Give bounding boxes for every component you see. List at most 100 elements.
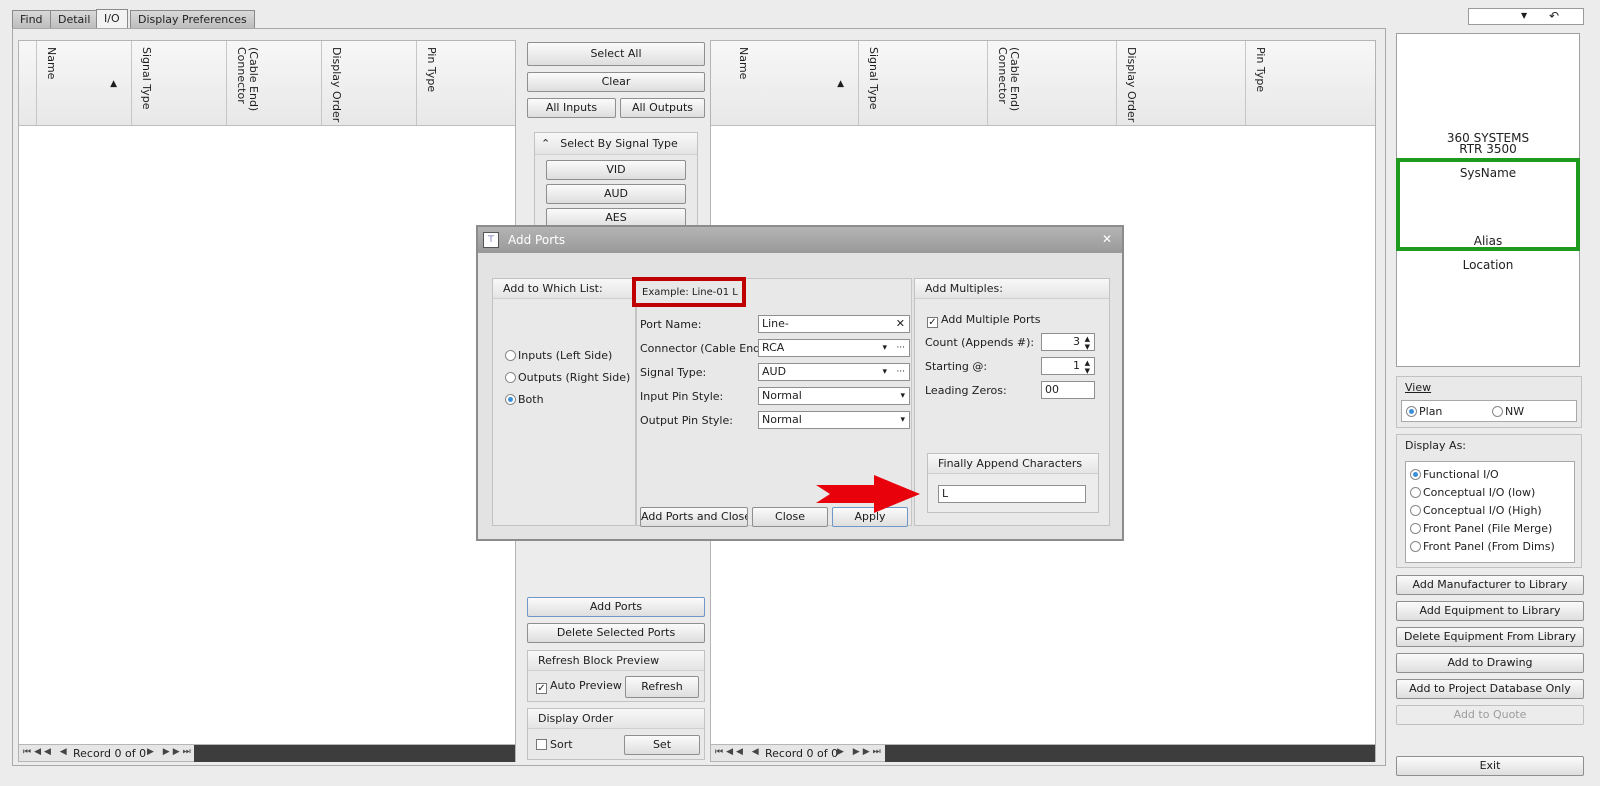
connector-label: Connector (Cable End):: [640, 342, 769, 355]
tab-detail[interactable]: Detail: [50, 10, 99, 28]
radio-label: Inputs (Left Side): [518, 349, 613, 362]
view-plan-radio[interactable]: Plan: [1406, 405, 1442, 418]
spin-icon[interactable]: ▲ ▼: [1085, 359, 1090, 375]
output-pin-style-select[interactable]: Normal ▾: [758, 411, 910, 429]
set-button[interactable]: Set: [624, 735, 700, 755]
add-manufacturer-to-library-button[interactable]: Add Manufacturer to Library: [1396, 575, 1584, 595]
display-as-conceptual-high-radio[interactable]: Conceptual I/O (High): [1410, 504, 1542, 517]
refresh-button[interactable]: Refresh: [625, 676, 699, 698]
signal-type-select[interactable]: AUD ▾ ···: [758, 363, 910, 381]
panel-title: Select By Signal Type: [560, 137, 678, 150]
inputs-grid[interactable]: Name ▲ Signal Type (Cable End) Connector…: [18, 40, 516, 762]
add-to-project-database-only-button[interactable]: Add to Project Database Only: [1396, 679, 1584, 699]
add-ports-button[interactable]: Add Ports: [527, 597, 705, 617]
undo-icon[interactable]: ↶: [1549, 9, 1559, 23]
exit-button[interactable]: Exit: [1396, 756, 1584, 776]
column-header-pin-type[interactable]: Pin Type: [417, 41, 515, 125]
chevron-down-icon[interactable]: ▾: [900, 412, 905, 428]
display-as-front-panel-from-dims-radio[interactable]: Front Panel (From Dims): [1410, 540, 1555, 553]
view-nw-radio[interactable]: NW: [1492, 405, 1524, 418]
tab-display-preferences[interactable]: Display Preferences: [130, 10, 255, 28]
horizontal-scrollbar[interactable]: [194, 745, 515, 762]
column-header-label: Pin Type: [425, 47, 438, 93]
select-all-button[interactable]: Select All: [527, 42, 705, 66]
column-header-display-order[interactable]: Display Order: [1117, 41, 1246, 125]
row-selector-header: [19, 41, 37, 125]
sort-checkbox[interactable]: Sort: [536, 738, 573, 751]
add-to-list-panel: Add to Which List: Inputs (Left Side) Ou…: [492, 278, 636, 526]
nav-first-prev-icons[interactable]: ⏮◀◀ ◀: [23, 747, 70, 757]
count-stepper[interactable]: 3 ▲ ▼: [1041, 333, 1095, 351]
add-to-outputs-radio[interactable]: Outputs (Right Side): [505, 371, 630, 384]
nav-first-prev-icons[interactable]: ⏮◀◀ ◀: [715, 747, 762, 757]
chevron-down-icon[interactable]: ▾: [882, 340, 887, 356]
add-ports-and-close-button[interactable]: Add Ports and Close: [640, 507, 748, 527]
add-multiples-panel: Add Multiples: ✓ Add Multiple Ports Count…: [914, 278, 1110, 526]
select-by-signal-type-header[interactable]: ⌃ Select By Signal Type: [535, 133, 697, 155]
column-header-name[interactable]: Name ▲: [37, 41, 132, 125]
input-pin-style-label: Input Pin Style:: [640, 390, 724, 403]
add-equipment-to-library-button[interactable]: Add Equipment to Library: [1396, 601, 1584, 621]
finally-append-input[interactable]: L: [938, 485, 1086, 503]
column-header-pin-type[interactable]: Pin Type: [1246, 41, 1375, 125]
collapse-icon[interactable]: ⌃: [541, 137, 550, 150]
example-text: Example: Line-01 L: [642, 287, 738, 298]
horizontal-scrollbar[interactable]: [885, 745, 1375, 762]
display-as-front-panel-file-merge-radio[interactable]: Front Panel (File Merge): [1410, 522, 1552, 535]
column-header-label: Name: [45, 47, 58, 80]
signal-type-aud-button[interactable]: AUD: [546, 184, 686, 204]
add-to-inputs-radio[interactable]: Inputs (Left Side): [505, 349, 612, 362]
add-to-quote-button: Add to Quote: [1396, 705, 1584, 725]
column-header-connector[interactable]: (Cable End) Connector: [227, 41, 322, 125]
column-header-name[interactable]: Name ▲: [711, 41, 859, 125]
dialog-title: Add Ports: [508, 233, 566, 247]
tab-io[interactable]: I/O: [96, 9, 128, 29]
leading-zeros-label: Leading Zeros:: [925, 384, 1007, 397]
display-as-functional-radio[interactable]: Functional I/O: [1410, 468, 1499, 481]
chevron-down-icon[interactable]: ▾: [882, 364, 887, 380]
add-to-both-radio[interactable]: Both: [505, 393, 544, 406]
ellipsis-icon[interactable]: ···: [896, 340, 905, 356]
connector-select[interactable]: RCA ▾ ···: [758, 339, 910, 357]
clear-icon[interactable]: ✕: [896, 316, 905, 332]
preview-model: RTR 3500: [1459, 142, 1517, 156]
column-header-signal-type[interactable]: Signal Type: [859, 41, 988, 125]
add-to-drawing-button[interactable]: Add to Drawing: [1396, 653, 1584, 673]
column-header-signal-type[interactable]: Signal Type: [132, 41, 227, 125]
delete-selected-ports-button[interactable]: Delete Selected Ports: [527, 623, 705, 643]
column-header-connector[interactable]: (Cable End) Connector: [988, 41, 1117, 125]
record-counter: Record 0 of 0: [765, 747, 839, 760]
all-outputs-button[interactable]: All Outputs: [620, 98, 705, 118]
display-as-conceptual-low-radio[interactable]: Conceptual I/O (low): [1410, 486, 1535, 499]
panel-title: Add to Which List:: [493, 279, 635, 299]
input-pin-style-select[interactable]: Normal ▾: [758, 387, 910, 405]
radio-label: Functional I/O: [1423, 468, 1499, 481]
column-header-display-order[interactable]: Display Order: [322, 41, 417, 125]
chevron-down-icon: ▼: [1521, 11, 1528, 20]
column-header-label: Signal Type: [140, 47, 153, 110]
layout-dropdown[interactable]: ▼ ↶: [1468, 8, 1584, 25]
nav-next-last-icons[interactable]: ▶ ▶▶⏭: [837, 747, 884, 757]
add-multiple-ports-checkbox[interactable]: ✓ Add Multiple Ports: [927, 313, 1041, 328]
clear-button[interactable]: Clear: [527, 72, 705, 92]
delete-equipment-from-library-button[interactable]: Delete Equipment From Library: [1396, 627, 1584, 647]
all-inputs-button[interactable]: All Inputs: [527, 98, 616, 118]
close-icon[interactable]: ✕: [1102, 232, 1112, 246]
column-header-label: Name: [737, 47, 750, 80]
auto-preview-checkbox[interactable]: ✓ Auto Preview: [536, 679, 622, 694]
radio-label: Outputs (Right Side): [518, 371, 631, 384]
nav-next-last-icons[interactable]: ▶ ▶▶⏭: [147, 747, 194, 757]
port-name-input[interactable]: Line- ✕: [758, 315, 910, 333]
tab-find[interactable]: Find: [12, 10, 51, 28]
preview-location: Location: [1462, 258, 1514, 272]
block-preview: 360 SYSTEMS RTR 3500 SysName Alias Locat…: [1396, 33, 1580, 367]
output-pin-style-label: Output Pin Style:: [640, 414, 733, 427]
signal-type-vid-button[interactable]: VID: [546, 160, 686, 180]
column-header-label: Pin Type: [1254, 47, 1267, 93]
preview-sysname: SysName: [1459, 166, 1517, 180]
spin-icon[interactable]: ▲ ▼: [1085, 335, 1090, 351]
starting-stepper[interactable]: 1 ▲ ▼: [1041, 357, 1095, 375]
ellipsis-icon[interactable]: ···: [896, 364, 905, 380]
leading-zeros-input[interactable]: 00: [1041, 381, 1095, 399]
chevron-down-icon[interactable]: ▾: [900, 388, 905, 404]
